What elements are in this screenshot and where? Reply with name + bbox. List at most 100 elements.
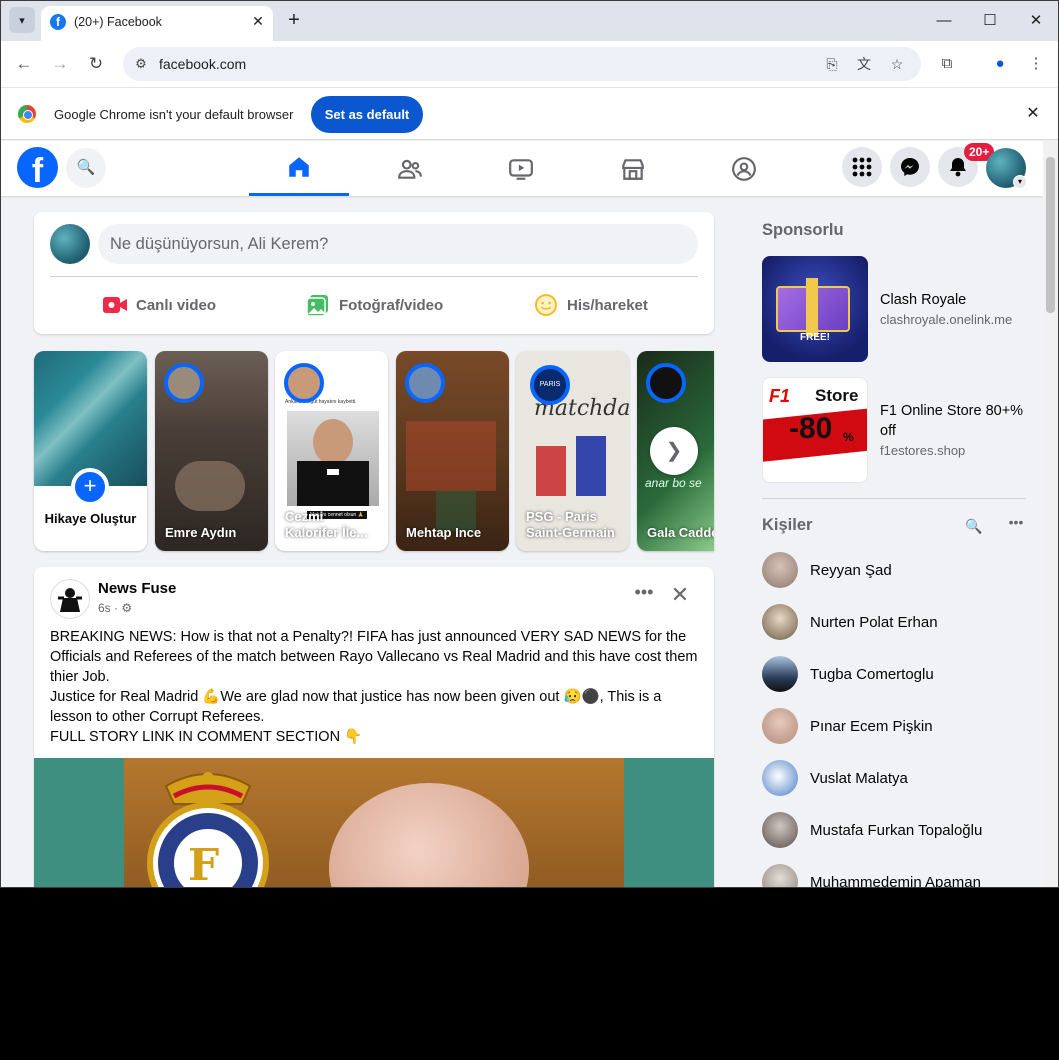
facebook-header: f 🔍 20+ ▾: [1, 141, 1043, 196]
live-video-label: Canlı video: [136, 296, 217, 314]
maximize-icon[interactable]: ☐: [976, 9, 1004, 33]
ad-f1-store[interactable]: F1 Store -80 % F1 Online Store 80+% off …: [762, 377, 1032, 483]
avatar: [762, 812, 798, 848]
post-hide-icon[interactable]: ✕: [668, 583, 692, 607]
extensions-icon[interactable]: ⧉: [936, 53, 958, 75]
post-author-avatar[interactable]: [50, 579, 90, 619]
ad-url[interactable]: clashroyale.onelink.me: [880, 312, 1012, 327]
contact-item[interactable]: Vuslat Malatya: [762, 760, 1032, 800]
facebook-favicon-icon: f: [50, 14, 66, 30]
infobar-close-icon[interactable]: ✕: [1023, 104, 1043, 124]
contact-name: Muhammedemin Apaman: [810, 874, 981, 888]
forward-icon[interactable]: →: [49, 53, 71, 75]
friends-icon: [398, 159, 422, 179]
minimize-icon[interactable]: —: [930, 9, 958, 33]
ad-image-text: %: [843, 430, 854, 444]
translate-icon[interactable]: 文: [854, 54, 874, 74]
messenger-icon[interactable]: [890, 147, 930, 187]
scrollbar-thumb[interactable]: [1046, 157, 1055, 313]
contact-item[interactable]: Nurten Polat Erhan: [762, 604, 1032, 644]
composer-divider: [50, 276, 698, 277]
feeling-activity-button[interactable]: His/hareket: [534, 290, 648, 320]
nav-friends[interactable]: [360, 141, 460, 196]
ad-image-text: Store: [815, 386, 859, 405]
ad-image: F1 Store -80 %: [762, 377, 868, 483]
default-browser-infobar: Google Chrome isn't your default browser…: [1, 87, 1058, 140]
nav-marketplace[interactable]: [583, 141, 683, 196]
install-app-icon[interactable]: ⎘: [822, 54, 842, 74]
ad-clash-royale[interactable]: FREE! Clash Royale clashroyale.onelink.m…: [762, 256, 1032, 362]
ad-image-text: FREE!: [800, 332, 830, 343]
back-icon[interactable]: ←: [13, 53, 35, 75]
photo-video-button[interactable]: Fotoğraf/video: [306, 290, 443, 320]
post-body: BREAKING NEWS: How is that not a Penalty…: [50, 627, 700, 747]
story-name: Cezmi Kalorifer İle...: [285, 509, 368, 540]
avatar: [762, 760, 798, 796]
story-card[interactable]: Mehtap Ince: [396, 351, 509, 551]
profile-icon[interactable]: ●: [989, 53, 1011, 75]
post-author[interactable]: News Fuse: [98, 580, 176, 597]
set-as-default-button[interactable]: Set as default: [311, 96, 423, 133]
live-video-button[interactable]: Canlı video: [103, 290, 216, 320]
omnibox[interactable]: ⚙ facebook.com ⎘ 文 ☆: [123, 47, 921, 81]
contact-item[interactable]: Pınar Ecem Pişkin: [762, 708, 1032, 748]
browser-window: ▾ f (20+) Facebook ✕ + — ☐ ✕ ← → ↻ ⚙ fac…: [0, 0, 1059, 888]
photo-video-label: Fotoğraf/video: [339, 296, 444, 314]
new-tab-icon[interactable]: +: [284, 9, 304, 31]
nav-groups[interactable]: [694, 141, 794, 196]
reload-icon[interactable]: ↻: [85, 53, 107, 75]
contacts-search-icon[interactable]: 🔍: [963, 515, 985, 537]
privacy-gear-icon: ⚙: [121, 601, 133, 615]
ad-url[interactable]: f1estores.shop: [880, 443, 965, 458]
create-story-card[interactable]: + Hikaye Oluştur: [34, 351, 147, 551]
tab-close-icon[interactable]: ✕: [249, 12, 267, 30]
nav-video[interactable]: [471, 141, 571, 196]
post-line: BREAKING NEWS: How is that not a Penalty…: [50, 629, 698, 685]
facebook-logo-icon[interactable]: f: [17, 147, 58, 188]
chevron-down-icon[interactable]: ▾: [1013, 175, 1027, 189]
site-info-icon[interactable]: ⚙: [131, 54, 151, 74]
avatar: [762, 656, 798, 692]
right-column-divider: [762, 498, 1026, 499]
smiley-icon: [535, 294, 557, 316]
ad-name[interactable]: Clash Royale: [880, 290, 1030, 310]
ad-name[interactable]: F1 Online Store 80+% off: [880, 401, 1030, 441]
sponsored-heading: Sponsorlu: [762, 221, 844, 239]
photo-icon: [306, 295, 328, 317]
story-avatar: [646, 363, 686, 403]
tab-search-icon[interactable]: ▾: [9, 7, 35, 33]
plus-icon[interactable]: +: [71, 468, 109, 506]
search-icon[interactable]: 🔍: [66, 148, 106, 188]
story-card[interactable]: Emre Aydın: [155, 351, 268, 551]
contact-item[interactable]: Mustafa Furkan Topaloğlu: [762, 812, 1032, 852]
chrome-menu-icon[interactable]: ⋮: [1025, 53, 1047, 75]
contact-item[interactable]: Reyyan Şad: [762, 552, 1032, 592]
contact-name: Pınar Ecem Pişkin: [810, 718, 933, 735]
nav-home[interactable]: [249, 141, 349, 196]
story-card[interactable]: Ankara' Turgut hayatını kaybetti. Mekanı…: [275, 351, 388, 551]
psg-badge-icon: PARIS: [530, 365, 570, 405]
window-close-icon[interactable]: ✕: [1022, 9, 1050, 33]
composer-input[interactable]: Ne düşünüyorsun, Ali Kerem?: [98, 224, 698, 264]
live-video-icon: [103, 297, 127, 313]
tab-strip: ▾ f (20+) Facebook ✕ + — ☐ ✕: [1, 1, 1058, 41]
contact-item[interactable]: Muhammedemin Apaman: [762, 864, 1032, 888]
post-line: Justice for Real Madrid 💪We are glad now…: [50, 689, 662, 725]
story-card[interactable]: matchday PARIS PSG - Paris Saint-Germain: [516, 351, 629, 551]
tab-facebook[interactable]: f (20+) Facebook ✕: [41, 6, 273, 41]
svg-text:F: F: [188, 840, 219, 888]
composer-avatar[interactable]: [50, 224, 90, 264]
post-options-icon[interactable]: •••: [632, 583, 656, 607]
story-avatar: [405, 363, 445, 403]
post-time[interactable]: 6s: [98, 601, 111, 615]
contacts-options-icon[interactable]: •••: [1005, 513, 1027, 535]
post-timestamp: 6s · ⚙: [98, 601, 133, 615]
post-line: FULL STORY LINK IN COMMENT SECTION 👇: [50, 729, 363, 745]
stories-next-arrow-icon[interactable]: ❯: [650, 427, 698, 475]
contact-name: Nurten Polat Erhan: [810, 614, 938, 631]
url-text[interactable]: facebook.com: [159, 56, 246, 72]
post-image[interactable]: F: [34, 758, 714, 888]
contact-item[interactable]: Tugba Comertoglu: [762, 656, 1032, 696]
bookmark-star-icon[interactable]: ☆: [887, 54, 907, 74]
menu-grid-icon[interactable]: [842, 147, 882, 187]
